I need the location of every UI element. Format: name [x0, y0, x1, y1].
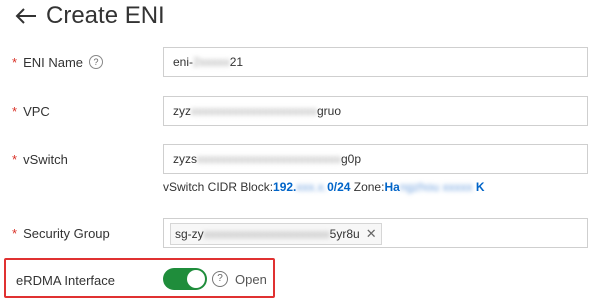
- security-group-tag-blurred: xxxxxxxxxxxxxxxxxxxxx: [203, 227, 330, 241]
- eni-name-label: ENI Name: [23, 54, 84, 70]
- security-group-label-wrap: * Security Group: [12, 226, 164, 241]
- zone-value-a: Ha: [384, 180, 400, 194]
- cidr-value-blurred: xxx.x.: [296, 180, 328, 194]
- vpc-value-suffix: gruo: [317, 104, 342, 118]
- eni-name-value-prefix: eni-: [173, 55, 194, 69]
- cidr-label: vSwitch CIDR Block:: [163, 180, 274, 194]
- required-asterisk: *: [12, 225, 18, 241]
- back-arrow-icon[interactable]: [14, 6, 38, 26]
- help-icon[interactable]: ?: [212, 271, 228, 287]
- security-group-row: * Security Group: [12, 218, 164, 248]
- erdma-label: eRDMA Interface: [16, 272, 115, 288]
- erdma-status: Open: [235, 272, 267, 287]
- eni-name-input[interactable]: eni-2xxxxx21: [163, 47, 588, 77]
- vswitch-label: vSwitch: [23, 151, 68, 167]
- security-group-tag-prefix: sg-zy: [175, 227, 204, 241]
- security-group-tag-suffix: 5yr8u: [329, 227, 360, 241]
- required-asterisk: *: [12, 103, 18, 119]
- vpc-select[interactable]: zyzxxxxxxxxxxxxxxxxxxxxxgruo: [163, 96, 588, 126]
- page-header: Create ENI: [14, 0, 165, 32]
- toggle-knob: [187, 270, 205, 288]
- vpc-label-wrap: * VPC: [12, 104, 164, 119]
- vpc-label: VPC: [23, 103, 50, 119]
- required-asterisk: *: [12, 54, 18, 70]
- zone-value-blurred: ngzhou xxxxx: [399, 180, 473, 194]
- vswitch-select[interactable]: zyzsxxxxxxxxxxxxxxxxxxxxxxxxg0p: [163, 144, 588, 174]
- eni-name-row: * ENI Name ?: [12, 47, 164, 77]
- eni-name-value-suffix: 21: [229, 55, 244, 69]
- vswitch-cidr-info: vSwitch CIDR Block:192.xxx.x.0/24 Zone:H…: [163, 180, 485, 194]
- cidr-value-a: 192.: [273, 180, 297, 194]
- vswitch-row: * vSwitch: [12, 144, 164, 174]
- erdma-row: eRDMA Interface: [16, 268, 115, 292]
- create-eni-page: Create ENI * ENI Name ? eni-2xxxxx21 * V…: [0, 0, 589, 302]
- zone-value-b: K: [472, 180, 485, 194]
- security-group-label: Security Group: [23, 225, 110, 241]
- vswitch-value-prefix: zyzs: [173, 152, 197, 166]
- eni-name-value-blurred: 2xxxxx: [193, 55, 230, 69]
- vswitch-value-suffix: g0p: [341, 152, 362, 166]
- help-icon[interactable]: ?: [89, 55, 104, 69]
- zone-label: Zone:: [350, 180, 385, 194]
- page-title: Create ENI: [46, 2, 165, 29]
- close-icon[interactable]: ✕: [366, 224, 377, 244]
- vswitch-label-wrap: * vSwitch: [12, 152, 164, 167]
- cidr-value-b: 0/24: [327, 180, 351, 194]
- eni-name-label-wrap: * ENI Name ?: [12, 55, 164, 70]
- vpc-row: * VPC: [12, 96, 164, 126]
- vswitch-value-blurred: xxxxxxxxxxxxxxxxxxxxxxxx: [197, 152, 341, 166]
- vpc-value-prefix: zyz: [173, 104, 191, 118]
- security-group-tag: sg-zy xxxxxxxxxxxxxxxxxxxxx 5yr8u ✕: [170, 223, 382, 245]
- vpc-value-blurred: xxxxxxxxxxxxxxxxxxxxx: [191, 104, 317, 118]
- required-asterisk: *: [12, 151, 18, 167]
- erdma-toggle[interactable]: [163, 268, 207, 290]
- security-group-select[interactable]: sg-zy xxxxxxxxxxxxxxxxxxxxx 5yr8u ✕: [163, 218, 588, 248]
